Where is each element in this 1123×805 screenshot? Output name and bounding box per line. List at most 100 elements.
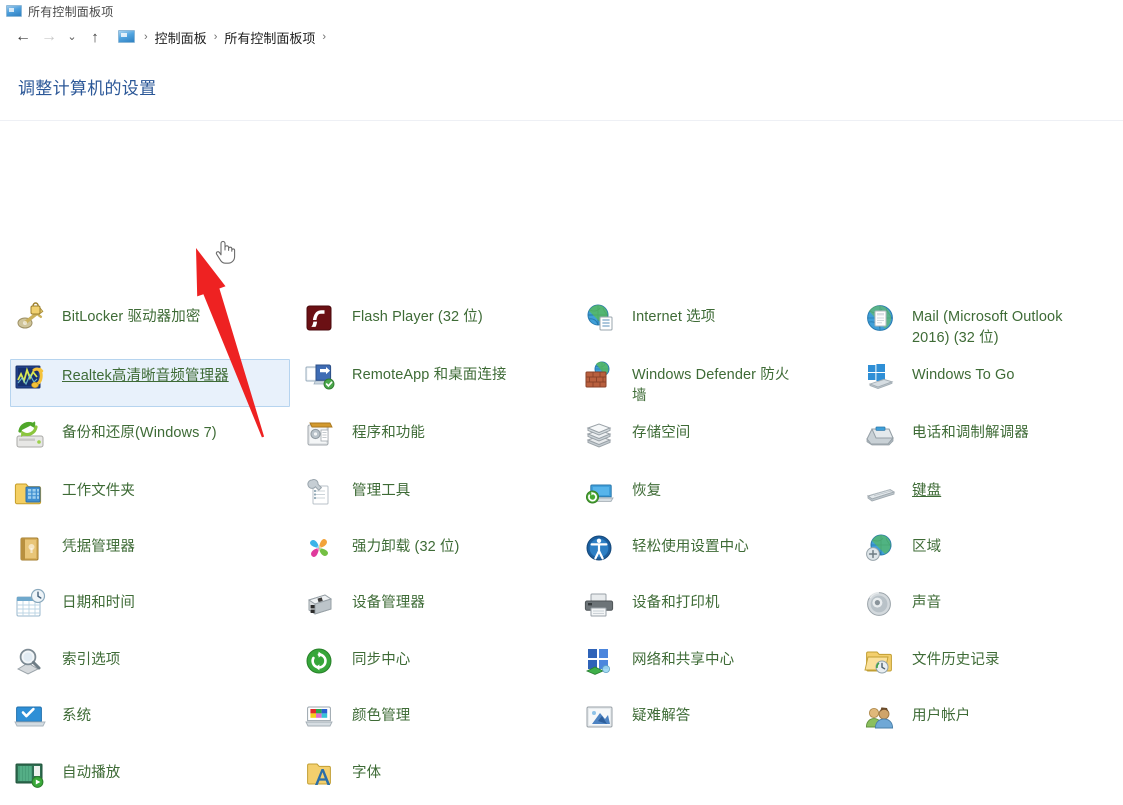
control-panel-item[interactable]: 管理工具 xyxy=(300,475,580,523)
keyboard-icon xyxy=(864,476,898,510)
control-panel-item[interactable]: 字体 xyxy=(300,757,580,805)
backup-restore-icon xyxy=(14,418,48,452)
control-panel-item-label: 系统 xyxy=(62,708,92,724)
control-panel-item[interactable]: 自动播放 xyxy=(10,757,290,805)
control-panel-item-label: 管理工具 xyxy=(352,483,411,499)
internet-options-icon xyxy=(584,302,618,336)
control-panel-item[interactable]: Windows To Go xyxy=(860,359,1122,407)
control-panel-item[interactable]: 声音 xyxy=(860,587,1122,635)
control-panel-item-label: 颜色管理 xyxy=(352,708,411,724)
control-panel-item-label: RemoteApp 和桌面连接 xyxy=(352,367,507,383)
control-panel-item[interactable]: 工作文件夹 xyxy=(10,475,290,523)
ease-of-access-icon xyxy=(584,532,618,566)
control-panel-item-label: 强力卸载 (32 位) xyxy=(352,539,460,555)
control-panel-item-label: 同步中心 xyxy=(352,652,411,668)
control-panel-item[interactable]: 颜色管理 xyxy=(300,700,580,748)
control-panel-item[interactable]: 疑难解答 xyxy=(580,700,860,748)
control-panel-item-label: BitLocker 驱动器加密 xyxy=(62,309,201,325)
mouse-cursor-hand xyxy=(215,240,236,264)
breadcrumb-item-control-panel[interactable]: 控制面板 xyxy=(155,28,207,47)
control-panel-item-label: 用户帐户 xyxy=(912,708,971,724)
control-panel-item[interactable]: Windows Defender 防火 墙 xyxy=(580,359,860,407)
control-panel-item-label: 轻松使用设置中心 xyxy=(632,539,749,555)
page-heading-area: 调整计算机的设置 xyxy=(0,52,1123,120)
control-panel-item-label: 恢复 xyxy=(632,483,662,499)
system-icon xyxy=(14,701,48,735)
control-panel-item[interactable]: 日期和时间 xyxy=(10,587,290,635)
flash-player-icon xyxy=(304,302,338,336)
address-bar: ← → ⌄ ↑ › 控制面板 › 所有控制面板项 › xyxy=(0,22,1123,52)
breadcrumb-separator[interactable]: › xyxy=(315,31,333,43)
control-panel-content: BitLocker 驱动器加密 Realtek高清晰音频管理器 备份和还原(Wi… xyxy=(0,121,1123,788)
control-panel-item[interactable]: 文件历史记录 xyxy=(860,644,1122,692)
control-panel-item[interactable]: 区域 xyxy=(860,531,1122,579)
network-sharing-icon xyxy=(584,645,618,679)
back-button[interactable]: ← xyxy=(10,25,36,49)
window-title: 所有控制面板项 xyxy=(28,4,114,19)
control-panel-item[interactable]: 强力卸载 (32 位) xyxy=(300,531,580,579)
date-time-icon xyxy=(14,588,48,622)
control-panel-item[interactable]: 电话和调制解调器 xyxy=(860,417,1122,465)
control-panel-item-label: Internet 选项 xyxy=(632,309,716,325)
control-panel-item[interactable]: Flash Player (32 位) xyxy=(300,301,580,349)
bitlocker-icon xyxy=(14,302,48,336)
control-panel-item[interactable]: 存储空间 xyxy=(580,417,860,465)
control-panel-item-label: 键盘 xyxy=(912,483,942,499)
credential-manager-icon xyxy=(14,532,48,566)
control-panel-item[interactable]: 设备管理器 xyxy=(300,587,580,635)
control-panel-item-label: 日期和时间 xyxy=(62,595,135,611)
control-panel-item[interactable]: 程序和功能 xyxy=(300,417,580,465)
breadcrumb-item-all-items[interactable]: 所有控制面板项 xyxy=(224,28,315,47)
breadcrumb: › 控制面板 › 所有控制面板项 › xyxy=(118,25,333,49)
control-panel-item[interactable]: 键盘 xyxy=(860,475,1122,523)
control-panel-item-label: 程序和功能 xyxy=(352,425,425,441)
phone-modem-icon xyxy=(864,418,898,452)
admin-tools-icon xyxy=(304,476,338,510)
storage-spaces-icon xyxy=(584,418,618,452)
indexing-options-icon xyxy=(14,645,48,679)
forward-button[interactable]: → xyxy=(36,25,62,49)
breadcrumb-separator[interactable]: › xyxy=(207,31,225,43)
control-panel-item[interactable]: 同步中心 xyxy=(300,644,580,692)
control-panel-item-label: Windows Defender 防火 墙 xyxy=(632,367,790,404)
up-button[interactable]: ↑ xyxy=(82,25,108,49)
control-panel-item-label: 索引选项 xyxy=(62,652,121,668)
defender-firewall-icon xyxy=(584,360,618,394)
control-panel-item[interactable]: RemoteApp 和桌面连接 xyxy=(300,359,580,407)
control-panel-item-label: Realtek高清晰音频管理器 xyxy=(62,368,229,384)
control-panel-item[interactable]: 网络和共享中心 xyxy=(580,644,860,692)
control-panel-item[interactable]: 凭据管理器 xyxy=(10,531,290,579)
control-panel-item[interactable]: Realtek高清晰音频管理器 xyxy=(10,359,290,407)
control-panel-item[interactable]: 恢复 xyxy=(580,475,860,523)
control-panel-item[interactable]: 设备和打印机 xyxy=(580,587,860,635)
control-panel-item[interactable]: Mail (Microsoft Outlook 2016) (32 位) xyxy=(860,301,1122,349)
control-panel-item[interactable]: 系统 xyxy=(10,700,290,748)
control-panel-item[interactable]: Internet 选项 xyxy=(580,301,860,349)
control-panel-icon xyxy=(6,4,22,18)
control-panel-item-label: 电话和调制解调器 xyxy=(912,425,1029,441)
control-panel-item[interactable]: 用户帐户 xyxy=(860,700,1122,748)
work-folders-icon xyxy=(14,476,48,510)
control-panel-item-label: 自动播放 xyxy=(62,765,121,781)
sound-icon xyxy=(864,588,898,622)
control-panel-item-label: 设备和打印机 xyxy=(632,595,720,611)
control-panel-item[interactable]: 索引选项 xyxy=(10,644,290,692)
troubleshooting-icon xyxy=(584,701,618,735)
control-panel-item-label: 文件历史记录 xyxy=(912,652,1000,668)
control-panel-item[interactable]: 备份和还原(Windows 7) xyxy=(10,417,290,465)
breadcrumb-control-panel-icon[interactable] xyxy=(118,30,135,44)
control-panel-item-label: 字体 xyxy=(352,765,382,781)
breadcrumb-separator[interactable]: › xyxy=(137,31,155,43)
recent-locations-button[interactable]: ⌄ xyxy=(62,25,82,49)
control-panel-item[interactable]: BitLocker 驱动器加密 xyxy=(10,301,290,349)
control-panel-item-label: 网络和共享中心 xyxy=(632,652,735,668)
region-icon xyxy=(864,532,898,566)
control-panel-item[interactable]: 轻松使用设置中心 xyxy=(580,531,860,579)
control-panel-item-label: 设备管理器 xyxy=(352,595,425,611)
window-titlebar: 所有控制面板项 xyxy=(0,0,1123,22)
control-panel-item-label: 疑难解答 xyxy=(632,708,691,724)
fonts-icon xyxy=(304,758,338,792)
windows-to-go-icon xyxy=(864,360,898,394)
realtek-audio-icon xyxy=(14,361,48,395)
file-history-icon xyxy=(864,645,898,679)
